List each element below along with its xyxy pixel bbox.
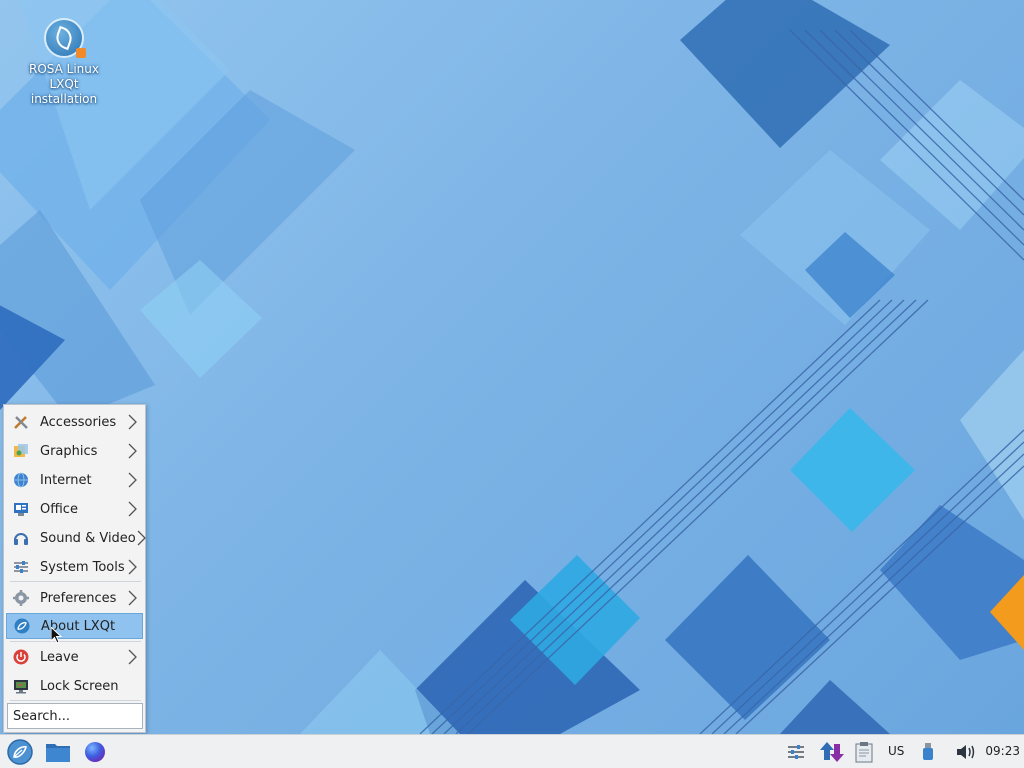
- chevron-right-icon: [127, 472, 137, 488]
- mouse-cursor-icon: [51, 627, 63, 644]
- menu-separator: [10, 641, 141, 642]
- usb-icon: [923, 742, 933, 760]
- chevron-right-icon: [136, 530, 146, 546]
- about-lxqt-icon: [14, 618, 30, 634]
- file-manager-icon: [46, 743, 70, 762]
- menu-item-label: Preferences: [40, 590, 117, 606]
- start-menu-icon: [7, 738, 33, 765]
- menu-item-preferences[interactable]: Preferences: [6, 585, 143, 611]
- menu-item-graphics[interactable]: Graphics: [6, 438, 143, 464]
- search-input[interactable]: [7, 703, 143, 729]
- menu-item-internet[interactable]: Internet: [6, 467, 143, 493]
- leave-icon: [13, 649, 29, 665]
- preferences-icon: [13, 590, 29, 606]
- clipboard-icon: [855, 741, 873, 762]
- menu-item-label: System Tools: [40, 559, 125, 575]
- clipboard-button[interactable]: [852, 738, 876, 765]
- usb-button[interactable]: [918, 738, 938, 765]
- network-transfer-icon: [820, 741, 844, 762]
- clock[interactable]: 09:23: [985, 735, 1020, 768]
- rosa-installer-icon: [44, 18, 86, 58]
- sound-video-icon: [13, 530, 29, 546]
- lock-screen-icon: [13, 678, 29, 694]
- accessories-icon: [13, 414, 29, 430]
- chevron-right-icon: [127, 649, 137, 665]
- chevron-right-icon: [127, 590, 137, 606]
- office-icon: [13, 501, 29, 517]
- panel-settings-icon: [788, 744, 804, 759]
- desktop: ROSA Linux LXQt installation: [0, 0, 1024, 734]
- graphics-icon: [13, 443, 29, 459]
- taskbar: US 09:23: [0, 734, 1024, 768]
- menu-item-label: Accessories: [40, 414, 117, 430]
- file-manager-button[interactable]: [44, 738, 72, 765]
- menu-item-label: Internet: [40, 472, 92, 488]
- keyboard-layout-indicator[interactable]: US: [888, 735, 904, 768]
- volume-button[interactable]: [954, 738, 978, 765]
- chevron-right-icon: [127, 443, 137, 459]
- desktop-icon-label: ROSA Linux LXQt installation: [29, 62, 99, 106]
- chevron-right-icon: [127, 559, 137, 575]
- browser-button[interactable]: [82, 738, 108, 765]
- desktop-icon-rosa-installer[interactable]: ROSA Linux LXQt installation: [22, 18, 106, 107]
- menu-item-sound-video[interactable]: Sound & Video: [6, 525, 146, 551]
- chevron-right-icon: [127, 501, 137, 517]
- start-menu-button[interactable]: [5, 738, 35, 765]
- menu-item-accessories[interactable]: Accessories: [6, 409, 143, 435]
- browser-icon: [85, 741, 105, 762]
- application-menu: Accessories Graphics Internet Office Sou…: [3, 404, 146, 733]
- wallpaper: [0, 0, 1024, 734]
- menu-item-about-lxqt[interactable]: About LXQt: [6, 613, 143, 639]
- volume-icon: [957, 744, 975, 759]
- system-tools-icon: [13, 559, 29, 575]
- menu-separator: [10, 581, 141, 582]
- panel-settings-button[interactable]: [784, 738, 808, 765]
- internet-icon: [13, 472, 29, 488]
- menu-item-label: Graphics: [40, 443, 98, 459]
- menu-item-label: Sound & Video: [40, 530, 136, 546]
- menu-item-label: Lock Screen: [40, 678, 119, 694]
- menu-item-label: Office: [40, 501, 78, 517]
- menu-item-leave[interactable]: Leave: [6, 644, 143, 670]
- menu-item-office[interactable]: Office: [6, 496, 143, 522]
- menu-item-system-tools[interactable]: System Tools: [6, 554, 143, 580]
- chevron-right-icon: [127, 414, 137, 430]
- menu-item-label: Leave: [40, 649, 79, 665]
- network-transfer-button[interactable]: [817, 738, 847, 765]
- menu-item-lock-screen[interactable]: Lock Screen: [6, 673, 143, 699]
- menu-separator: [10, 700, 141, 701]
